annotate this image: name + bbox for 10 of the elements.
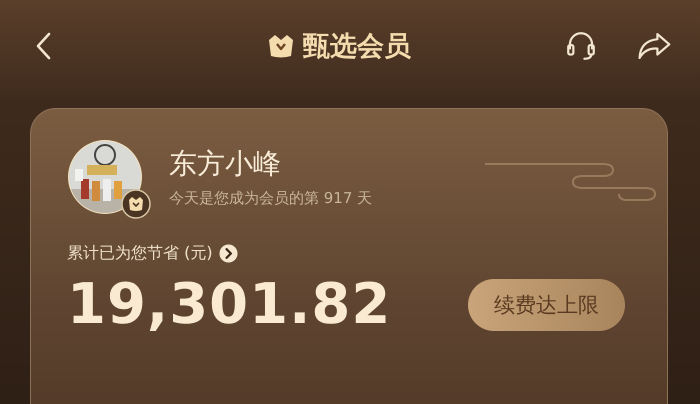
page-title: 甄选会员	[303, 30, 411, 64]
crown-badge-icon	[121, 189, 151, 219]
savings-amount: 19,301.82	[67, 272, 392, 337]
membership-days-text: 今天是您成为会员的第 917 天	[169, 188, 372, 208]
crown-icon	[267, 32, 295, 60]
chevron-right-icon[interactable]	[218, 244, 238, 263]
renew-button[interactable]: 续费达上限	[468, 278, 625, 330]
member-name: 东方小峰	[169, 146, 282, 180]
savings-label: 累计已为您节省 (元)	[67, 243, 213, 264]
headset-icon[interactable]	[564, 29, 598, 63]
